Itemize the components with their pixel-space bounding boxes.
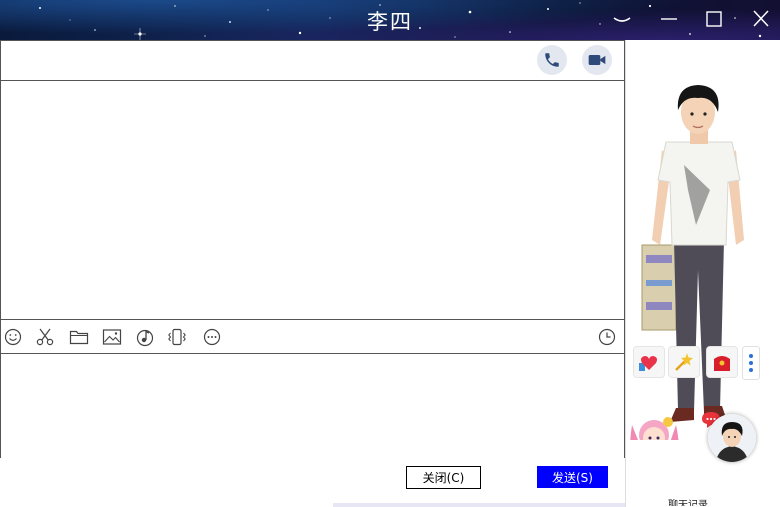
close-icon[interactable] <box>749 8 773 30</box>
horizontal-scrollbar[interactable] <box>333 503 627 507</box>
avatar[interactable] <box>708 414 756 462</box>
more-icon[interactable] <box>202 327 222 347</box>
contact-avatar-figure <box>630 85 744 440</box>
folder-icon[interactable] <box>69 327 89 347</box>
chevron-down-icon[interactable] <box>610 8 634 30</box>
message-input[interactable] <box>0 354 625 458</box>
contact-show-panel: 聊天记录 <box>625 40 780 507</box>
close-button[interactable]: 关闭(C) <box>406 466 481 489</box>
partial-label: 聊天记录 <box>668 500 708 506</box>
call-bar <box>0 40 625 81</box>
magic-wand-icon[interactable] <box>668 346 700 378</box>
shake-icon[interactable] <box>167 327 187 347</box>
music-icon[interactable] <box>135 327 155 347</box>
message-history-area[interactable] <box>0 80 625 320</box>
phone-icon <box>545 53 559 67</box>
chat-panel <box>0 40 625 458</box>
minimize-icon[interactable] <box>657 8 681 30</box>
vertical-dots-icon[interactable] <box>742 346 760 380</box>
image-icon[interactable] <box>102 327 122 347</box>
voice-call-button[interactable] <box>537 45 567 75</box>
heart-gift-icon[interactable] <box>633 346 665 378</box>
scissors-icon[interactable] <box>35 327 55 347</box>
video-camera-icon <box>588 55 606 65</box>
title-bar: 李四 <box>0 0 780 40</box>
red-envelope-icon[interactable] <box>706 346 738 378</box>
clock-icon[interactable] <box>597 327 617 347</box>
footer-bar: 关闭(C) 发送(S) <box>0 458 625 504</box>
input-toolbar <box>0 320 625 354</box>
video-call-button[interactable] <box>582 45 612 75</box>
maximize-icon[interactable] <box>702 8 726 30</box>
emoji-icon[interactable] <box>3 327 23 347</box>
send-button[interactable]: 发送(S) <box>537 466 608 488</box>
